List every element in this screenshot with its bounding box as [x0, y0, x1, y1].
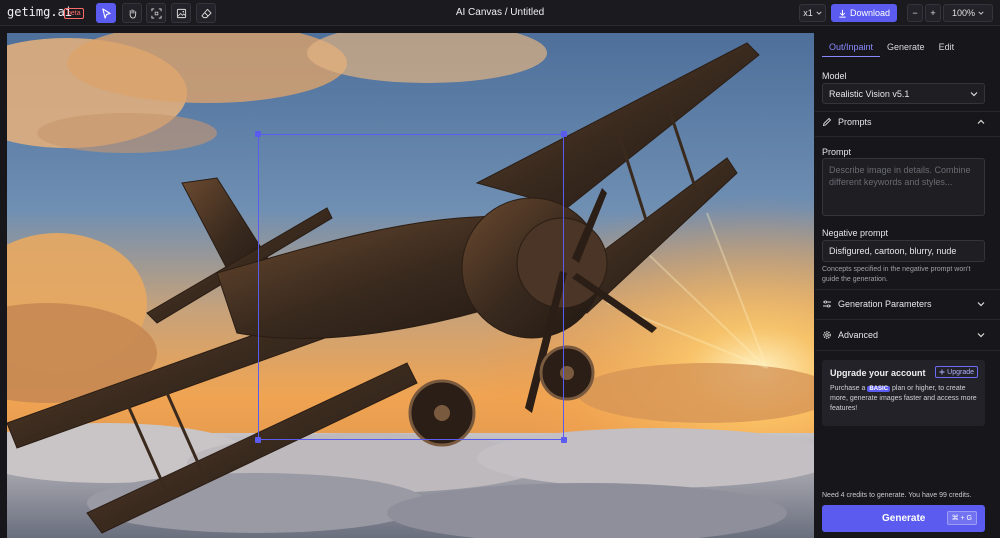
- plan-badge: BASIC: [867, 386, 891, 392]
- generate-label: Generate: [882, 513, 926, 524]
- upgrade-text-before: Purchase a: [830, 385, 866, 392]
- chevron-down-icon: [978, 11, 984, 15]
- model-value: Realistic Vision v5.1: [829, 89, 910, 99]
- zoom-in-button[interactable]: +: [925, 4, 941, 22]
- zoom-select[interactable]: 100%: [943, 4, 993, 22]
- cursor-icon: [101, 7, 111, 19]
- upgrade-button-label: Upgrade: [947, 368, 974, 376]
- frame-tool-button[interactable]: [146, 3, 166, 23]
- upgrade-button[interactable]: Upgrade: [935, 366, 978, 378]
- prompt-placeholder: Describe image in details. Combine diffe…: [829, 165, 971, 187]
- image-tool-button[interactable]: [171, 3, 191, 23]
- negative-prompt-value: Disfigured, cartoon, blurry, nude: [829, 246, 957, 256]
- selection-frame[interactable]: [258, 134, 564, 440]
- advanced-section-header[interactable]: Advanced: [822, 328, 985, 342]
- selection-handle-top-right[interactable]: [561, 131, 567, 137]
- chevron-down-icon: [970, 92, 978, 97]
- selection-handle-top-left[interactable]: [255, 131, 261, 137]
- beta-badge: beta: [64, 8, 84, 19]
- negative-prompt-hint: Concepts specified in the negative promp…: [822, 266, 971, 283]
- selection-handle-bottom-left[interactable]: [255, 437, 261, 443]
- select-tool-button[interactable]: [96, 3, 116, 23]
- frame-select-icon: [150, 7, 162, 19]
- prompt-label: Prompt: [822, 147, 852, 157]
- logo[interactable]: getimg.ai: [7, 5, 72, 19]
- tab-edit[interactable]: Edit: [932, 39, 962, 57]
- chevron-up-icon: [977, 119, 985, 124]
- upgrade-card: Upgrade your account Upgrade Purchase a …: [822, 360, 985, 426]
- canvas-area[interactable]: [7, 33, 814, 538]
- eraser-icon: [200, 8, 212, 18]
- generate-button[interactable]: Generate ⌘ + G: [822, 505, 985, 532]
- zoom-out-button[interactable]: −: [907, 4, 923, 22]
- divider: [815, 111, 1000, 112]
- panel-tabs: Out/Inpaint Generate Edit: [822, 39, 961, 57]
- generation-parameters-header[interactable]: Generation Parameters: [822, 297, 985, 311]
- selection-handle-bottom-right[interactable]: [561, 437, 567, 443]
- prompts-section-title: Prompts: [838, 117, 872, 127]
- divider: [815, 319, 1000, 320]
- count-value: x1: [803, 8, 813, 18]
- shortcut-hint: ⌘ + G: [946, 511, 977, 525]
- sliders-icon: [823, 300, 831, 308]
- plus-icon: [939, 369, 945, 375]
- generation-parameters-title: Generation Parameters: [838, 299, 932, 309]
- download-icon: [839, 9, 846, 18]
- settings-panel: Out/Inpaint Generate Edit Model Realisti…: [815, 33, 1000, 538]
- download-button[interactable]: Download: [831, 4, 897, 22]
- negative-prompt-label: Negative prompt: [822, 228, 889, 238]
- model-select[interactable]: Realistic Vision v5.1: [822, 83, 985, 104]
- tab-out-inpaint[interactable]: Out/Inpaint: [822, 39, 881, 57]
- divider: [815, 289, 1000, 290]
- image-icon: [176, 8, 186, 18]
- tab-generate[interactable]: Generate: [880, 39, 932, 57]
- upgrade-title: Upgrade your account: [830, 368, 926, 378]
- download-label: Download: [849, 8, 891, 18]
- prompt-input[interactable]: Describe image in details. Combine diffe…: [822, 158, 985, 216]
- hand-tool-button[interactable]: [122, 3, 142, 23]
- top-bar: getimg.ai beta AI Canvas / Untitled x1 D…: [0, 0, 1000, 26]
- hand-icon: [129, 8, 136, 19]
- gear-icon: [823, 331, 831, 339]
- chevron-down-icon: [977, 302, 985, 307]
- negative-prompt-input[interactable]: Disfigured, cartoon, blurry, nude: [822, 240, 985, 262]
- chevron-down-icon: [977, 333, 985, 338]
- credits-info: Need 4 credits to generate. You have 99 …: [822, 492, 972, 499]
- advanced-section-title: Advanced: [838, 330, 879, 340]
- prompts-section-header[interactable]: Prompts: [822, 115, 985, 129]
- eraser-tool-button[interactable]: [196, 3, 216, 23]
- model-label: Model: [822, 71, 847, 81]
- divider: [815, 350, 1000, 351]
- zoom-value: 100%: [951, 8, 976, 18]
- pencil-icon: [822, 117, 832, 127]
- upgrade-text: Purchase a BASIC plan or higher, to crea…: [830, 384, 980, 414]
- chevron-down-icon: [816, 11, 822, 15]
- divider: [815, 136, 1000, 137]
- count-select[interactable]: x1: [799, 4, 826, 22]
